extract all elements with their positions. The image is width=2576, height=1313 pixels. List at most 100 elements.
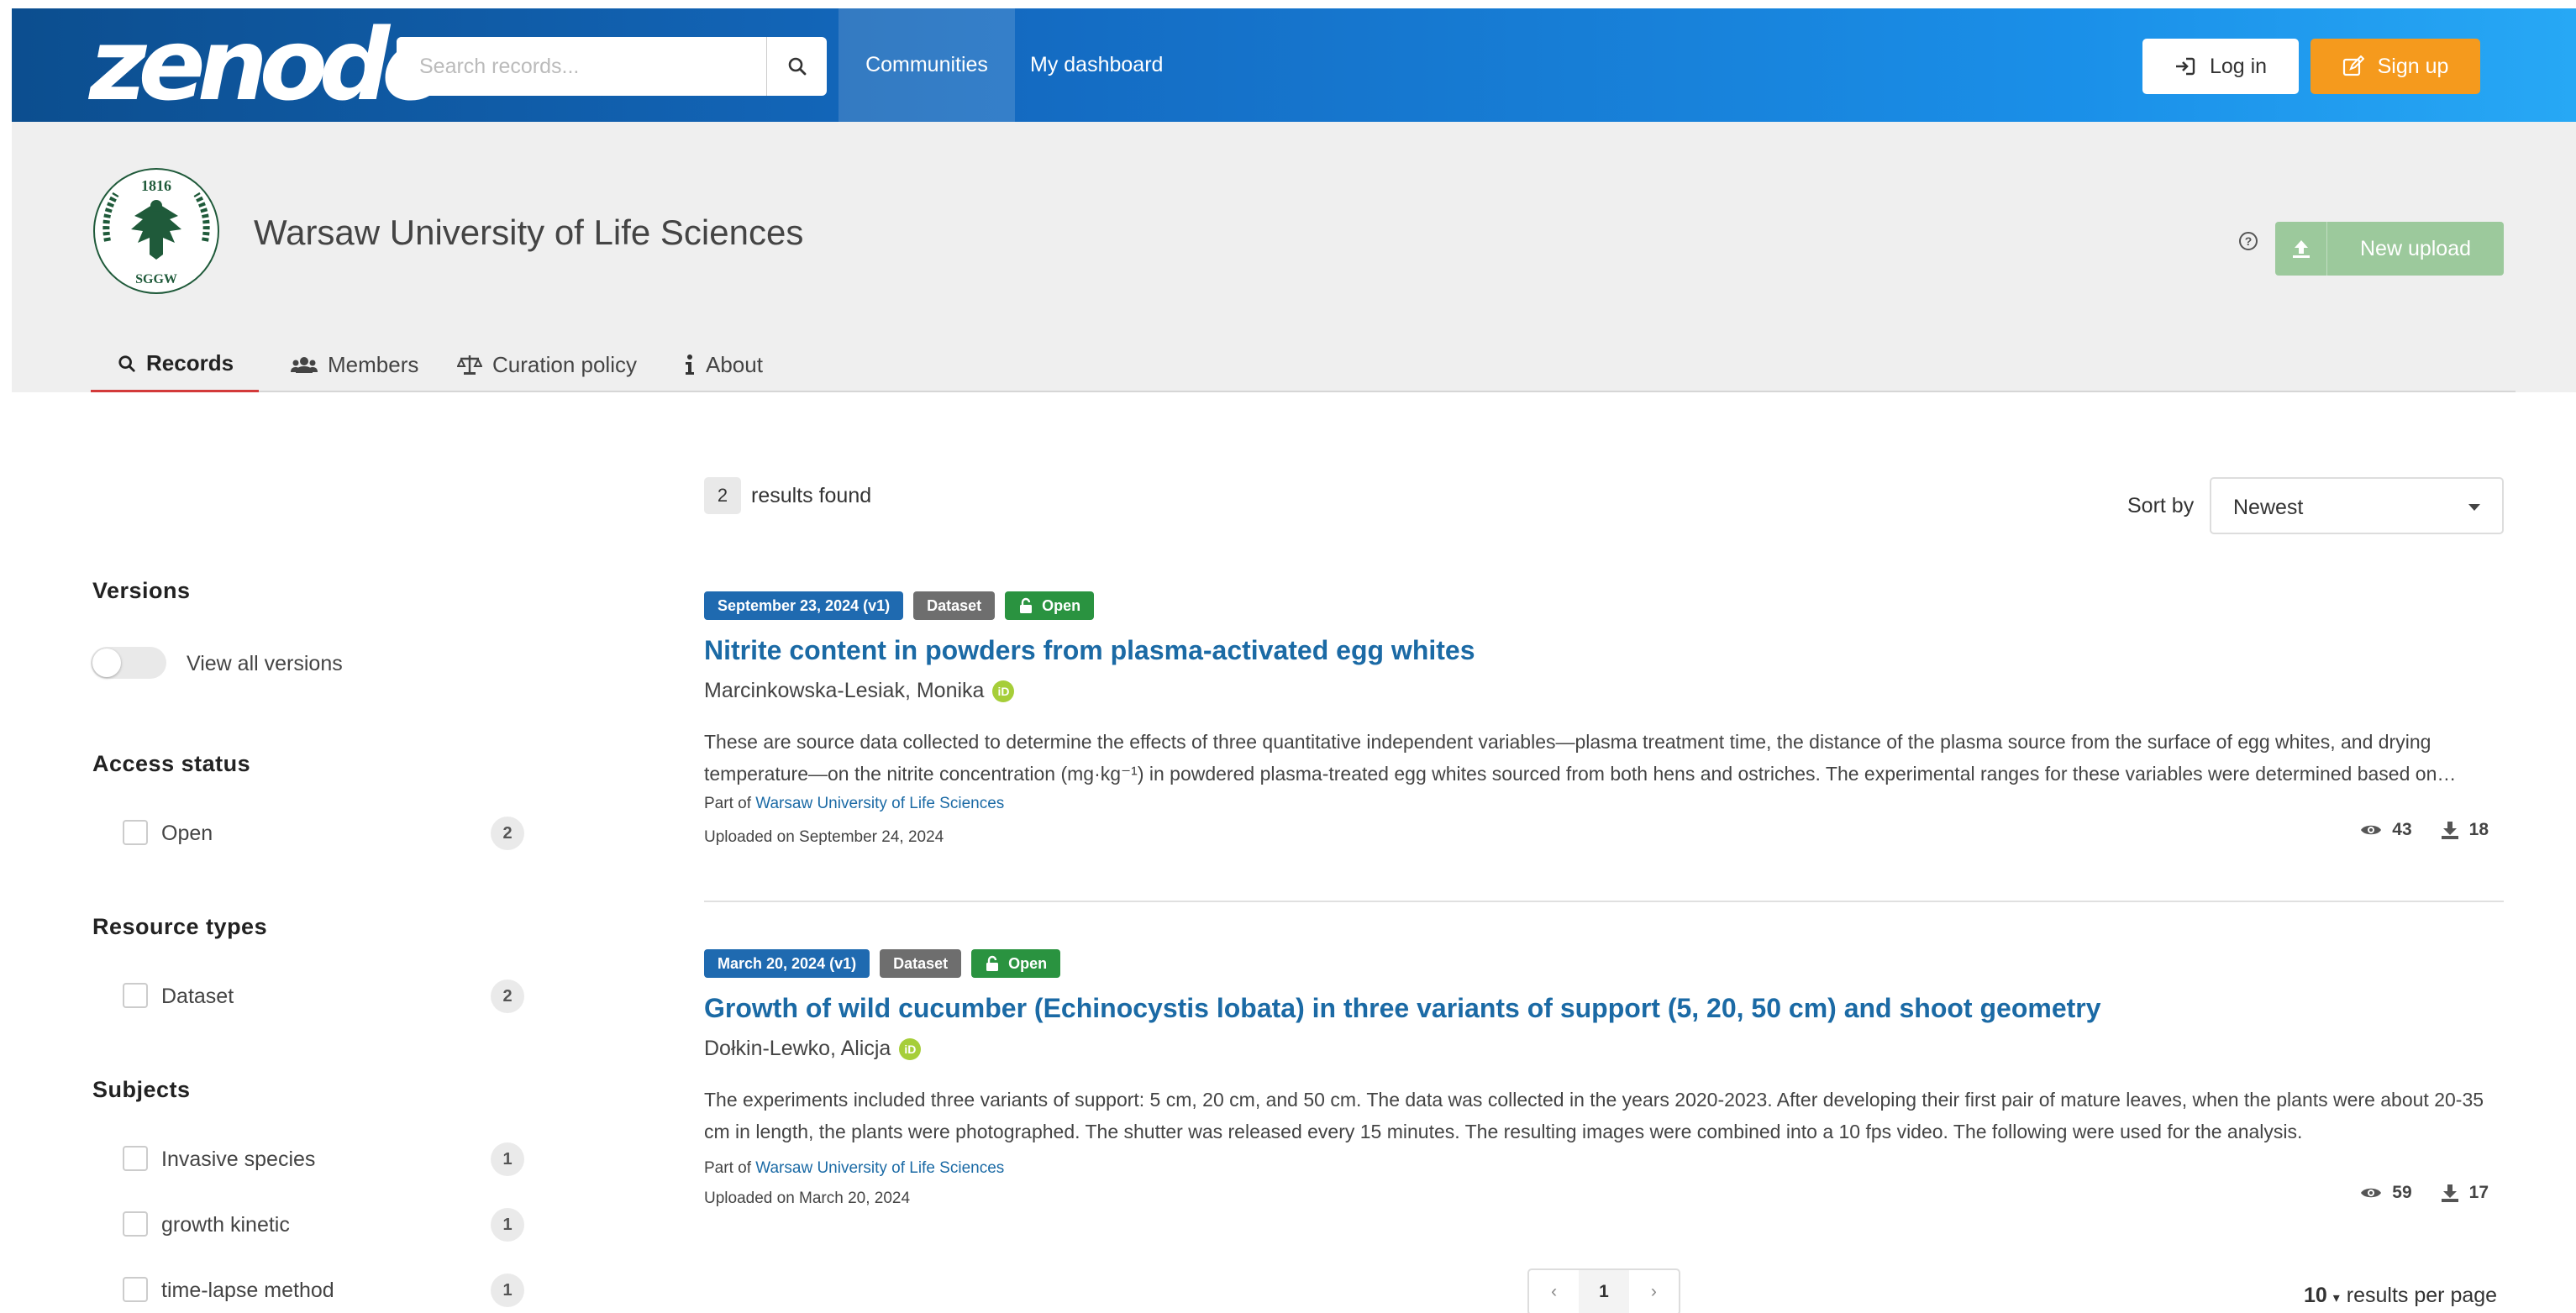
resource-type-badge: Dataset: [880, 949, 962, 978]
facet-item-label: Invasive species: [161, 1148, 316, 1171]
tab-members[interactable]: Members: [291, 337, 418, 392]
community-header: 1816 SGGW Warsaw University of Life Scie…: [12, 122, 2576, 392]
record-part-of: Part of Warsaw University of Life Scienc…: [704, 795, 1004, 813]
record-badges: September 23, 2024 (v1) Dataset Open: [704, 591, 1095, 620]
signup-button[interactable]: Sign up: [2311, 39, 2480, 94]
search-button[interactable]: [766, 37, 827, 96]
tab-about-label: About: [706, 351, 763, 377]
access-badge: Open: [1005, 591, 1095, 620]
view-all-versions-label: View all versions: [187, 652, 343, 675]
tab-about[interactable]: About: [684, 337, 763, 392]
views-count: 59: [2392, 1183, 2412, 1202]
community-link[interactable]: Warsaw University of Life Sciences: [755, 795, 1004, 812]
views-stat: 59: [2360, 1183, 2412, 1203]
download-icon: [2441, 822, 2458, 839]
facet-checkbox[interactable]: [123, 1277, 148, 1302]
view-all-versions-toggle[interactable]: [91, 647, 166, 679]
facet-item-time-lapse-method: time-lapse method 1: [123, 1274, 526, 1307]
record-uploaded-date: Uploaded on March 20, 2024: [704, 1190, 911, 1207]
caret-down-icon: [2468, 504, 2480, 511]
info-icon: [686, 355, 694, 375]
facet-checkbox[interactable]: [123, 1146, 148, 1171]
eye-icon: [2361, 1188, 2382, 1198]
search-icon: [118, 355, 135, 372]
creator-name[interactable]: Marcinkowska-Lesiak, Monika: [704, 679, 984, 703]
record-item: September 23, 2024 (v1) Dataset Open Nit…: [704, 591, 2504, 869]
views-stat: 43: [2360, 820, 2412, 840]
record-title-link[interactable]: Nitrite content in powders from plasma-a…: [704, 635, 1475, 666]
svg-text:1816: 1816: [141, 177, 171, 194]
facet-item-label: time-lapse method: [161, 1279, 334, 1302]
record-badges: March 20, 2024 (v1) Dataset Open: [704, 949, 1061, 978]
facet-item-count: 2: [491, 817, 524, 850]
facet-checkbox[interactable]: [123, 820, 148, 845]
record-description: The experiments included three variants …: [704, 1089, 2484, 1142]
version-date-badge: March 20, 2024 (v1): [704, 949, 870, 978]
signup-label: Sign up: [2377, 54, 2449, 78]
sggw-seal-logo: 1816 SGGW: [93, 168, 219, 294]
facet-item-dataset: Dataset 2: [123, 979, 526, 1013]
community-tabs: Records Members Curation policy About: [91, 337, 2516, 392]
pagination: ‹ 1 ›: [1527, 1268, 1680, 1313]
record-stats: 43 18: [2360, 820, 2489, 840]
svg-text:SGGW: SGGW: [135, 272, 177, 286]
login-label: Log in: [2209, 54, 2268, 78]
help-icon[interactable]: ?: [2238, 231, 2258, 251]
facet-item-count: 1: [491, 1142, 524, 1176]
facet-title-versions: Versions: [92, 578, 191, 603]
part-of-prefix: Part of: [704, 795, 751, 812]
facet-title-resource-types: Resource types: [92, 914, 268, 939]
access-badge: Open: [971, 949, 1061, 978]
record-uploaded-date: Uploaded on September 24, 2024: [704, 828, 944, 846]
facet-item-label: Open: [161, 822, 213, 845]
facet-item-growth-kinetic: growth kinetic 1: [123, 1208, 526, 1242]
facet-title-subjects: Subjects: [92, 1077, 191, 1102]
search-input[interactable]: [397, 37, 766, 96]
record-item: March 20, 2024 (v1) Dataset Open Growth …: [704, 949, 2504, 1226]
record-stats: 59 17: [2360, 1183, 2489, 1203]
login-button[interactable]: Log in: [2142, 39, 2299, 94]
record-title-link[interactable]: Growth of wild cucumber (Echinocystis lo…: [704, 993, 2101, 1024]
new-upload-button[interactable]: New upload: [2275, 222, 2504, 276]
next-page-button[interactable]: ›: [1629, 1270, 1679, 1313]
facet-item-count: 1: [491, 1208, 524, 1242]
creator-name[interactable]: Dołkin-Lewko, Alicja: [704, 1037, 891, 1061]
upload-icon: [2275, 222, 2327, 276]
nav-communities[interactable]: Communities: [839, 8, 1015, 122]
tab-records[interactable]: Records: [91, 337, 260, 392]
results-found-label: results found: [751, 484, 872, 507]
downloads-count: 18: [2468, 820, 2489, 839]
facet-item-label: Dataset: [161, 985, 234, 1008]
record-divider: [704, 901, 2504, 902]
users-icon: [291, 357, 318, 373]
downloads-count: 17: [2468, 1183, 2489, 1202]
facet-checkbox[interactable]: [123, 1211, 148, 1237]
sort-dropdown[interactable]: Newest: [2210, 477, 2504, 534]
caret-down-icon: ▾: [2332, 1291, 2340, 1305]
facet-checkbox[interactable]: [123, 983, 148, 1008]
orcid-icon[interactable]: iD: [899, 1037, 922, 1060]
access-badge-label: Open: [1008, 954, 1048, 972]
search-box: [397, 37, 827, 96]
edit-icon: [2342, 55, 2364, 76]
resource-type-badge: Dataset: [913, 591, 996, 620]
page-button-current[interactable]: 1: [1579, 1270, 1629, 1313]
facet-item-count: 1: [491, 1274, 524, 1307]
prev-page-button[interactable]: ‹: [1529, 1270, 1579, 1313]
per-page-dropdown[interactable]: 10 ▾: [2304, 1284, 2340, 1308]
tab-curation-policy[interactable]: Curation policy: [457, 337, 637, 392]
orcid-icon[interactable]: iD: [992, 680, 1015, 702]
tab-records-label: Records: [146, 350, 234, 376]
svg-text:?: ?: [2245, 234, 2253, 248]
top-navbar: zenodo Communities My dashboard Log in S…: [12, 8, 2576, 122]
tab-members-label: Members: [328, 351, 419, 377]
community-link[interactable]: Warsaw University of Life Sciences: [755, 1159, 1004, 1177]
download-icon: [2441, 1184, 2458, 1202]
sign-in-icon: [2175, 57, 2195, 76]
facet-item-label: growth kinetic: [161, 1213, 290, 1237]
access-badge-label: Open: [1042, 596, 1081, 614]
zenodo-logo[interactable]: zenodo: [89, 15, 449, 114]
facet-item-invasive-species: Invasive species 1: [123, 1142, 526, 1176]
nav-my-dashboard[interactable]: My dashboard: [1022, 8, 1171, 122]
part-of-prefix: Part of: [704, 1159, 751, 1177]
